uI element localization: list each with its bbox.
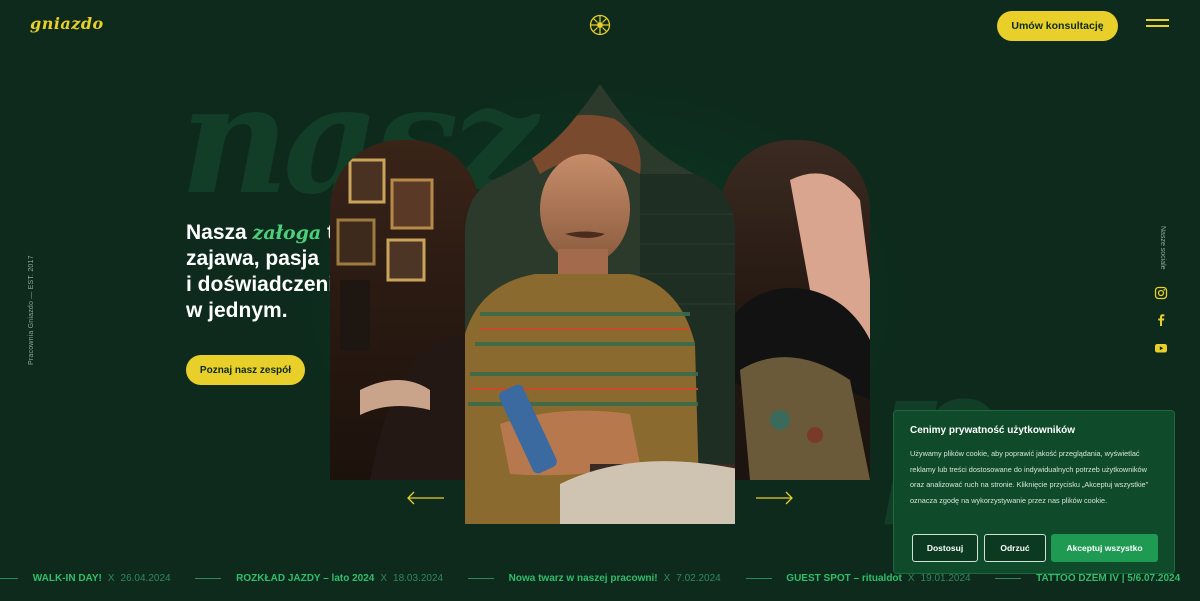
ticker-date: 19.01.2024 [920,573,971,584]
previous-arrow-icon[interactable] [406,491,446,505]
studio-est-label: Pracownia Gniazdo — EST. 2017 [28,255,35,365]
hero-line2: zajawa, pasja [186,247,320,270]
ticker-date: 18.03.2024 [393,573,444,584]
menu-icon[interactable] [1146,19,1169,31]
ticker-date: 7.02.2024 [676,573,721,584]
ticker-title: TATTOO DŻEM IV | 5/6.07.2024 [1036,573,1181,584]
instagram-icon[interactable] [1154,286,1168,300]
ticker-date: 26.04.2024 [120,573,171,584]
logo[interactable]: gniazdo [30,14,104,33]
ticker-dash [0,577,18,579]
ticker-title: ROZKŁAD JAZDY – lato 2024 [236,573,375,584]
youtube-icon[interactable] [1154,341,1168,355]
ticker-separator: X [107,573,115,584]
meet-team-button[interactable]: Poznaj nasz zespół [186,355,305,385]
cookie-text: Używamy plików cookie, aby poprawić jako… [910,449,1149,505]
hero-accent-word: załoga [252,222,322,244]
ticker-title: Nowa twarz w naszej pracowni! [508,573,658,584]
consultation-button[interactable]: Umów konsultację [997,11,1118,41]
emblem-icon [589,14,611,36]
ticker-title: GUEST SPOT – ritualdot [786,573,902,584]
ticker-item[interactable]: Nowa twarz w naszej pracowni! X 7.02.2024 [509,570,721,588]
cookie-reject-button[interactable]: Odrzuć [984,534,1046,562]
facebook-icon[interactable] [1154,313,1168,327]
hero-line1-pre: Nasza [186,221,253,244]
cookie-buttons: Dostosuj Odrzuć Akceptuj wszystko [910,534,1160,562]
ticker-dash [467,577,494,579]
ticker-title: WALK-IN DAY! [32,573,102,584]
cookie-consent-dialog: Cenimy prywatność użytkowników Używamy p… [893,410,1175,574]
cookie-accept-button[interactable]: Akceptuj wszystko [1051,534,1158,562]
ticker-separator: X [663,573,671,584]
cookie-customize-button[interactable]: Dostosuj [912,534,978,562]
next-arrow-icon[interactable] [754,491,794,505]
ticker-item[interactable]: ROZKŁAD JAZDY – lato 2024 X 18.03.2024 [236,570,443,588]
ticker-separator: X [907,573,915,584]
ticker-dash [195,577,222,579]
socials-label: Nasze sociale [1159,226,1166,270]
cookie-title: Cenimy prywatność użytkowników [910,425,1076,436]
ticker-separator: X [380,573,388,584]
photo-main-tattoo-artist [465,84,735,524]
ticker-dash [995,577,1022,579]
ticker-dash [745,577,772,579]
hero-line3: i doświadczenie [186,273,346,296]
hero-line4: w jednym. [186,299,288,322]
ticker-item[interactable]: WALK-IN DAY! X 26.04.2024 [33,570,171,588]
